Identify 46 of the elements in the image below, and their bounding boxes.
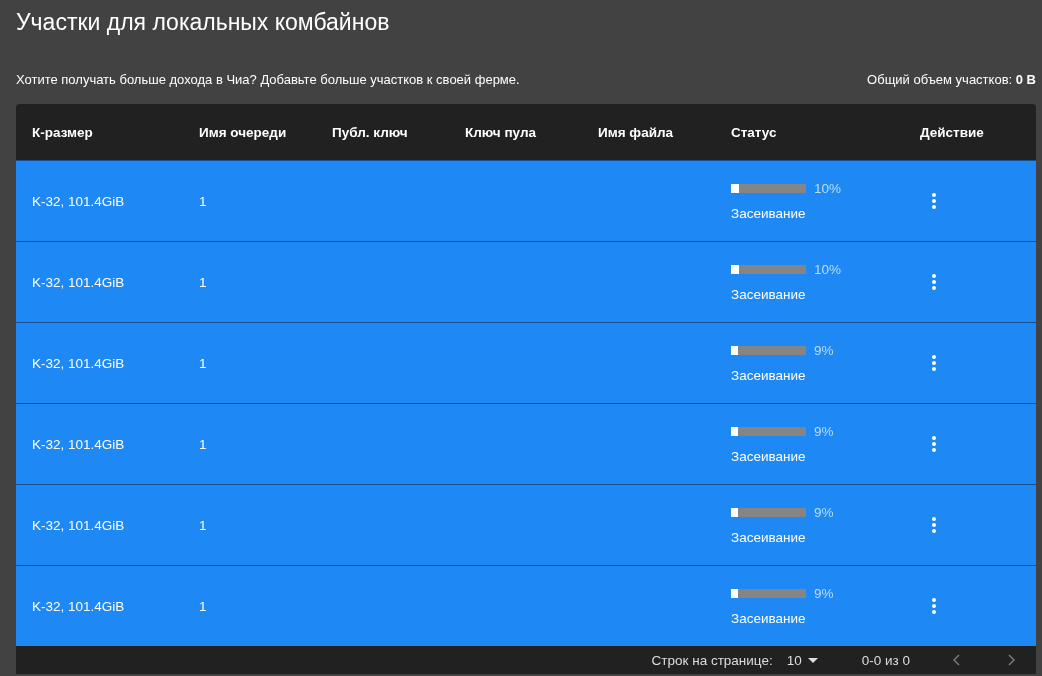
total-size-text: Общий объем участков: 0 B: [867, 71, 1036, 87]
dropdown-caret-icon[interactable]: [807, 657, 818, 663]
column-header: Ключ пула: [465, 124, 537, 140]
queue-cell-text: 1: [199, 274, 208, 290]
size-cell-text: K-32, 101.4GiB: [32, 274, 126, 290]
percent-text: 9%: [814, 505, 834, 521]
size-cell-text: K-32, 101.4GiB: [32, 355, 126, 371]
status-text: Засеивание: [731, 206, 807, 222]
column-header: К-размер: [32, 124, 94, 140]
table-row[interactable]: K-32, 101.4GiB 1 10% Засеивание: [16, 160, 1036, 241]
size-cell-text: K-32, 101.4GiB: [32, 598, 126, 614]
percent-text: 9%: [814, 343, 834, 359]
percent-text: 10%: [814, 181, 842, 197]
table-row[interactable]: K-32, 101.4GiB 1 9% Засеивание: [16, 403, 1036, 484]
percent-text: 9%: [814, 424, 834, 440]
previous-page-icon[interactable]: [952, 654, 960, 666]
status-text: Засеивание: [731, 368, 807, 384]
size-cell-text: K-32, 101.4GiB: [32, 436, 126, 452]
percent-text: 9%: [814, 586, 834, 602]
size-cell-text: K-32, 101.4GiB: [32, 193, 126, 209]
table-row[interactable]: K-32, 101.4GiB 1 9% Засеивание: [16, 322, 1036, 403]
size-cell-text: K-32, 101.4GiB: [32, 517, 126, 533]
rows-per-page-select[interactable]: 10: [786, 652, 802, 668]
page-range-text: 0-0 из 0: [861, 652, 910, 668]
table-row[interactable]: K-32, 101.4GiB 1 9% Засеивание: [16, 484, 1036, 565]
intro-text: Хотите получать больше дохода в Чиа? Добавьте больше участков к своей ферме.: [16, 71, 520, 87]
next-page-icon[interactable]: [1008, 654, 1016, 666]
queue-cell-text: 1: [199, 193, 208, 209]
queue-cell-text: 1: [199, 436, 208, 452]
column-header: Имя очереди: [199, 124, 288, 140]
percent-text: 10%: [814, 262, 842, 278]
status-text: Засеивание: [731, 287, 807, 303]
queue-cell-text: 1: [199, 355, 208, 371]
status-text: Засеивание: [731, 611, 807, 627]
status-text: Засеивание: [731, 449, 807, 465]
table-row[interactable]: K-32, 101.4GiB 1 9% Засеивание: [16, 565, 1036, 646]
page-title: Участки для локальных комбайнов: [16, 8, 391, 37]
column-header: Имя файла: [598, 124, 675, 140]
queue-cell-text: 1: [199, 598, 208, 614]
column-header: Статус: [731, 124, 778, 140]
status-text: Засеивание: [731, 530, 807, 546]
column-header: Действие: [920, 124, 985, 140]
table-row[interactable]: K-32, 101.4GiB 1 10% Засеивание: [16, 241, 1036, 322]
rows-per-page-label: Строк на странице:: [651, 652, 773, 668]
column-header: Публ. ключ: [332, 124, 409, 140]
queue-cell-text: 1: [199, 517, 208, 533]
